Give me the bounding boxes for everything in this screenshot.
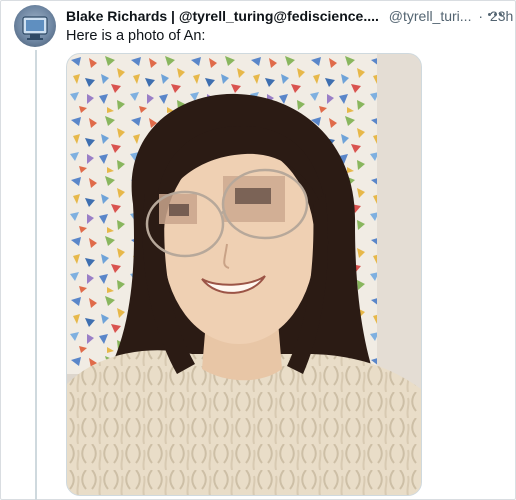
- more-dot: [498, 12, 502, 16]
- more-dot: [493, 12, 497, 16]
- thread-line: [35, 50, 37, 500]
- post-photo[interactable]: [66, 53, 422, 496]
- more-options-icon: [488, 12, 492, 16]
- post-header: Blake Richards | @tyrell_turing@fediscie…: [66, 7, 513, 27]
- more-options-button[interactable]: [484, 5, 506, 23]
- author-name[interactable]: Blake Richards | @tyrell_turing@fediscie…: [66, 8, 379, 24]
- avatar-icon: [22, 16, 48, 40]
- post-text: Here is a photo of An:: [66, 28, 206, 44]
- avatar[interactable]: [14, 5, 56, 47]
- separator: ·: [478, 8, 484, 24]
- author-handle[interactable]: @tyrell_turi...: [389, 8, 472, 24]
- photo-image: [67, 54, 421, 495]
